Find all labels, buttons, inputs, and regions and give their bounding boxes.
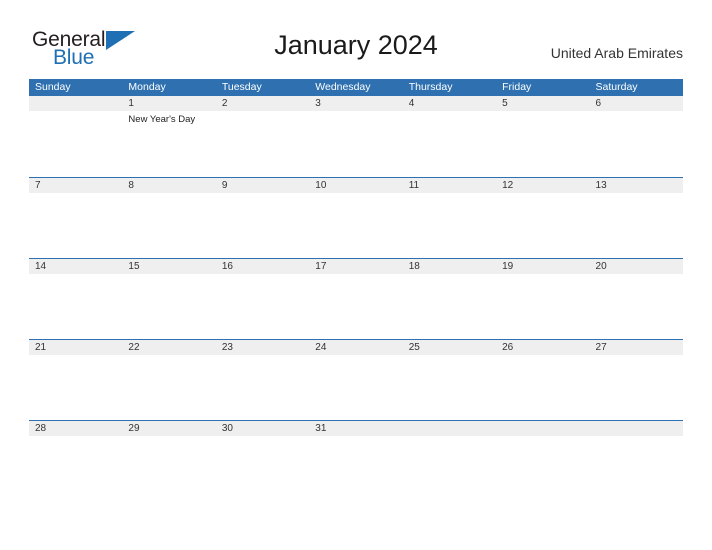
day-cell[interactable]: [122, 355, 215, 421]
day-number[interactable]: 11: [403, 178, 496, 193]
day-cell[interactable]: [496, 355, 589, 421]
day-number[interactable]: 30: [216, 421, 309, 436]
weekday-header-saturday: Saturday: [595, 81, 638, 93]
calendar-weeks: 1 2 3 4 5 6 New Year's Day 7 8 9 10 11 12 13 14 15 16 17 1…: [29, 96, 683, 501]
day-number[interactable]: [590, 421, 683, 436]
day-number[interactable]: 2: [216, 96, 309, 111]
day-cell[interactable]: [309, 111, 402, 177]
day-cell[interactable]: [216, 193, 309, 259]
day-number[interactable]: 29: [122, 421, 215, 436]
day-number[interactable]: 25: [403, 340, 496, 355]
day-cell[interactable]: [403, 193, 496, 259]
day-number[interactable]: 4: [403, 96, 496, 111]
day-cell[interactable]: [29, 111, 122, 177]
calendar-week-row: 14 15 16 17 18 19 20: [29, 258, 683, 339]
day-number[interactable]: 18: [403, 259, 496, 274]
calendar-week-row: 7 8 9 10 11 12 13: [29, 177, 683, 258]
day-cell[interactable]: [590, 436, 683, 502]
day-number[interactable]: 27: [590, 340, 683, 355]
day-cell[interactable]: [309, 355, 402, 421]
day-number[interactable]: 16: [216, 259, 309, 274]
day-number[interactable]: 8: [122, 178, 215, 193]
day-number[interactable]: [29, 96, 122, 111]
day-number[interactable]: [496, 421, 589, 436]
day-cell[interactable]: [496, 111, 589, 177]
day-cell[interactable]: [590, 355, 683, 421]
day-cell[interactable]: [496, 274, 589, 340]
day-cell[interactable]: [216, 274, 309, 340]
day-number[interactable]: 12: [496, 178, 589, 193]
day-number[interactable]: 3: [309, 96, 402, 111]
day-cell[interactable]: [590, 111, 683, 177]
country-label: United Arab Emirates: [550, 45, 683, 61]
day-cell[interactable]: [496, 193, 589, 259]
weekday-header-wednesday: Wednesday: [315, 81, 371, 93]
week-date-band: 123456: [29, 96, 683, 111]
calendar-week-row: 28 29 30 31: [29, 420, 683, 501]
day-number[interactable]: 21: [29, 340, 122, 355]
week-events-row: New Year's Day: [29, 111, 683, 177]
day-number[interactable]: 31: [309, 421, 402, 436]
week-date-band: 7 8 9 10 11 12 13: [29, 177, 683, 193]
day-number[interactable]: 14: [29, 259, 122, 274]
calendar-grid: Sunday Monday Tuesday Wednesday Thursday Frid…: [29, 79, 683, 501]
day-cell[interactable]: [29, 274, 122, 340]
day-number[interactable]: 9: [216, 178, 309, 193]
day-number[interactable]: 22: [122, 340, 215, 355]
week-events-row: [29, 436, 683, 502]
day-cell[interactable]: [216, 436, 309, 502]
day-number[interactable]: 23: [216, 340, 309, 355]
weekday-header-monday: Monday: [128, 81, 166, 93]
week-date-band: 28 29 30 31: [29, 420, 683, 436]
day-cell[interactable]: [29, 436, 122, 502]
weekday-header-tuesday: Tuesday: [221, 81, 262, 93]
day-cell[interactable]: [403, 355, 496, 421]
week-events-row: [29, 274, 683, 340]
day-cell[interactable]: [216, 355, 309, 421]
day-number[interactable]: 19: [496, 259, 589, 274]
day-cell[interactable]: [122, 193, 215, 259]
week-date-band: 14 15 16 17 18 19 20: [29, 258, 683, 274]
weekday-header-sunday: Sunday: [35, 81, 71, 93]
week-date-band: 21 22 23 24 25 26 27: [29, 339, 683, 355]
day-cell[interactable]: [496, 436, 589, 502]
day-number[interactable]: 26: [496, 340, 589, 355]
day-cell[interactable]: [122, 436, 215, 502]
day-cell[interactable]: [216, 111, 309, 177]
week-events-row: [29, 355, 683, 421]
day-cell[interactable]: New Year's Day: [122, 111, 215, 177]
weekday-header-thursday: Thursday: [408, 81, 453, 93]
day-number[interactable]: 13: [590, 178, 683, 193]
day-number[interactable]: 17: [309, 259, 402, 274]
day-cell[interactable]: [122, 274, 215, 340]
day-cell[interactable]: [309, 436, 402, 502]
event-label: New Year's Day: [128, 114, 196, 125]
day-number[interactable]: 1: [122, 96, 215, 111]
day-number[interactable]: 15: [122, 259, 215, 274]
day-number[interactable]: 10: [309, 178, 402, 193]
weekday-header-row: Sunday Monday Tuesday Wednesday Thursday Frid…: [29, 79, 683, 96]
calendar-week-row: 21 22 23 24 25 26 27: [29, 339, 683, 420]
day-cell[interactable]: [403, 436, 496, 502]
weekday-header-friday: Friday: [502, 81, 532, 93]
week-events-row: [29, 193, 683, 259]
page-header: General Blue January 2024 United Arab Em…: [0, 0, 712, 78]
calendar-week-row: 1 2 3 4 5 6 New Year's Day: [29, 96, 683, 177]
day-cell[interactable]: [403, 274, 496, 340]
day-cell[interactable]: [590, 193, 683, 259]
day-number[interactable]: 28: [29, 421, 122, 436]
day-cell[interactable]: [403, 111, 496, 177]
day-cell[interactable]: [309, 274, 402, 340]
day-cell[interactable]: [309, 193, 402, 259]
day-cell[interactable]: [590, 274, 683, 340]
day-number[interactable]: 7: [29, 178, 122, 193]
day-number[interactable]: 5: [496, 96, 589, 111]
day-number[interactable]: 20: [590, 259, 683, 274]
day-number[interactable]: [403, 421, 496, 436]
day-cell[interactable]: [29, 355, 122, 421]
day-number[interactable]: 24: [309, 340, 402, 355]
day-cell[interactable]: [29, 193, 122, 259]
day-number[interactable]: 6: [590, 96, 683, 111]
